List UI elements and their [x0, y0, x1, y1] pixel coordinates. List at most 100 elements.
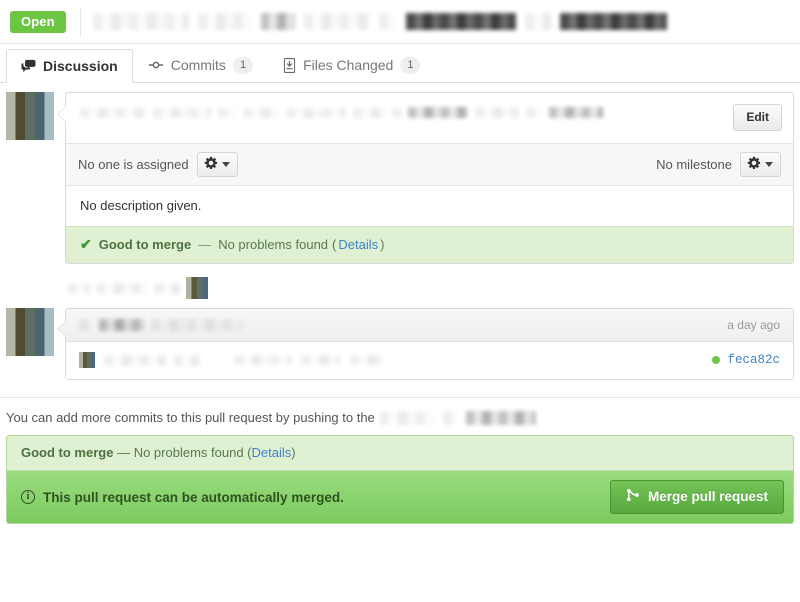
build-status-dot-icon [712, 356, 721, 364]
pr-comment-bubble: Edit No one is assigned No milestone No … [57, 92, 794, 264]
pr-comment-subtitle-redacted [407, 107, 603, 118]
redacted-text [407, 107, 468, 118]
redacted-text [286, 108, 346, 118]
tab-discussion[interactable]: Discussion [6, 49, 133, 83]
pr-state-badge: Open [10, 10, 66, 33]
merge-panel: Good to merge — No problems found (Detai… [6, 435, 794, 524]
pr-merge-footer: You can add more commits to this pull re… [0, 397, 800, 524]
assignee-label: No one is assigned [78, 157, 189, 172]
redacted-text [92, 13, 189, 30]
redacted-text [442, 410, 457, 425]
commit-icon [148, 58, 164, 72]
redacted-text [378, 13, 397, 30]
redacted-text [197, 13, 252, 30]
paren-open: ( [332, 237, 337, 252]
redacted-text [303, 13, 370, 30]
redacted-text [68, 282, 90, 294]
redacted-text [99, 319, 145, 331]
pr-description: No description given. [66, 185, 793, 226]
redacted-text [79, 319, 93, 331]
pr-comment: Edit No one is assigned No milestone No … [6, 92, 794, 264]
automerge-text: This pull request can be automatically m… [43, 489, 344, 505]
tab-files-changed[interactable]: Files Changed 1 [268, 48, 435, 83]
redacted-text [243, 108, 279, 118]
redacted-text [234, 355, 292, 365]
redacted-text [153, 108, 211, 118]
commit-sha[interactable]: feca82c [727, 353, 780, 367]
avatar [186, 277, 208, 299]
merge-status-dash: — [198, 237, 212, 252]
avatar [6, 308, 54, 356]
avatar [79, 352, 95, 368]
comment-icon [21, 59, 36, 73]
file-diff-icon [283, 57, 296, 73]
redacted-text [96, 282, 148, 294]
milestone-section: No milestone [656, 152, 781, 177]
gear-icon [204, 156, 218, 173]
redacted-text [218, 108, 236, 118]
assignee-section: No one is assigned [78, 152, 238, 177]
milestone-picker-button[interactable] [740, 152, 781, 177]
pr-comment-author-redacted [80, 108, 404, 118]
milestone-label: No milestone [656, 157, 732, 172]
merge-status-detail: No problems found [218, 237, 329, 252]
redacted-text [524, 13, 551, 30]
redacted-text [548, 107, 603, 118]
push-event-redacted [68, 277, 208, 299]
redacted-text [405, 13, 516, 30]
edit-button[interactable]: Edit [733, 104, 782, 131]
merge-status-details-link[interactable]: Details [338, 237, 378, 252]
tab-commits-label: Commits [170, 57, 226, 74]
commit-row-left [79, 352, 384, 368]
merge-pull-request-button[interactable]: Merge pull request [609, 480, 784, 514]
commit-group-title-redacted [79, 319, 243, 331]
footer-merge-headline: Good to merge [21, 445, 114, 460]
footer-paren-close: ) [291, 445, 296, 460]
tab-commits[interactable]: Commits 1 [133, 48, 268, 83]
redacted-text [301, 355, 341, 365]
commit-meta-redacted [234, 355, 384, 365]
redacted-text [350, 355, 384, 365]
push-hint-text: You can add more commits to this pull re… [6, 410, 375, 425]
commit-group-header: a day ago [66, 309, 793, 342]
merge-panel-action: i This pull request can be automatically… [7, 471, 793, 523]
footer-merge-dash: — [117, 445, 131, 460]
commit-timestamp: a day ago [727, 318, 780, 332]
automerge-message: i This pull request can be automatically… [21, 490, 344, 505]
git-merge-icon [626, 488, 640, 505]
pr-header: Open [0, 0, 800, 44]
redacted-text [392, 108, 404, 118]
avatar [6, 92, 54, 140]
chevron-down-icon [765, 162, 773, 167]
commit-sha-group[interactable]: feca82c [712, 353, 780, 367]
pr-meta-bar: No one is assigned No milestone [66, 143, 793, 185]
pr-comment-header: Edit [66, 93, 793, 143]
redacted-text [173, 354, 199, 366]
gear-icon [747, 156, 761, 173]
tab-commits-count: 1 [232, 56, 254, 74]
commit-message-redacted [104, 354, 199, 366]
pr-tabbar: Discussion Commits 1 Files Changed 1 [0, 44, 800, 83]
redacted-text [104, 354, 166, 366]
redacted-text [559, 13, 667, 30]
redacted-text [525, 107, 542, 118]
tab-discussion-label: Discussion [43, 58, 118, 74]
merge-status-headline: Good to merge [98, 237, 192, 252]
paren-close: ) [380, 237, 385, 252]
footer-merge-detail: No problems found [133, 445, 244, 460]
commit-row: feca82c [66, 342, 793, 379]
merge-button-label: Merge pull request [647, 489, 768, 504]
assignee-picker-button[interactable] [196, 152, 238, 177]
check-icon: ✔ [80, 236, 92, 252]
tab-files-changed-count: 1 [400, 56, 421, 74]
commit-group: a day ago feca82c [6, 308, 794, 380]
push-hint-redacted [379, 410, 536, 425]
push-hint: You can add more commits to this pull re… [0, 398, 800, 435]
footer-details-link[interactable]: Details [252, 445, 292, 460]
merge-panel-status: Good to merge — No problems found (Detai… [7, 436, 793, 471]
redacted-text [151, 319, 243, 331]
merge-status-inline: ✔ Good to merge — No problems found ( De… [66, 226, 793, 263]
redacted-text [379, 410, 434, 425]
redacted-text [80, 108, 146, 118]
info-icon: i [21, 490, 35, 504]
